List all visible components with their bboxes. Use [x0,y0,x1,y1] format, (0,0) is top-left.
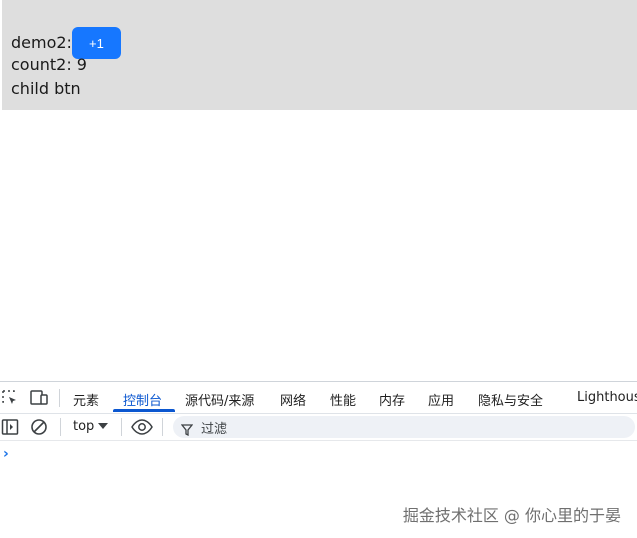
count-text: count2: 9 [11,55,87,74]
context-selector[interactable]: top [73,419,109,434]
devtools-tabbar: 元素 控制台 源代码/来源 网络 性能 内存 应用 隐私与安全 Lighthou… [0,382,637,414]
tab-network[interactable]: 网络 [280,390,306,409]
filter-icon [180,421,194,437]
tab-memory[interactable]: 内存 [379,390,405,409]
demo2-label: demo2: [11,33,72,52]
tab-application[interactable]: 应用 [428,390,454,409]
context-label: top [73,419,95,434]
tab-performance[interactable]: 性能 [330,390,356,409]
tab-elements[interactable]: 元素 [73,390,99,409]
child-text: child btn [11,79,81,98]
device-toolbar-icon[interactable] [29,389,48,407]
tabbar-divider [59,389,60,407]
watermark-text: 掘金技术社区 @ 你心里的于晏 [402,506,621,525]
devtools-panel: 元素 控制台 源代码/来源 网络 性能 内存 应用 隐私与安全 Lighthou… [0,381,637,538]
toolbar-divider-3 [162,418,163,436]
tab-privacy-security[interactable]: 隐私与安全 [478,390,543,409]
inspect-element-icon[interactable] [1,389,19,407]
active-tab-indicator [113,409,175,412]
demo-container: demo2: +1 count2: 9 child btn [2,0,637,110]
tab-lighthouse[interactable]: Lighthouse [577,390,637,405]
tab-console[interactable]: 控制台 [123,390,162,409]
clear-console-icon[interactable] [30,418,48,436]
chevron-down-icon [98,419,109,434]
filter-input[interactable]: 过滤 [173,416,635,438]
toolbar-divider-2 [121,418,122,436]
live-expression-eye-icon[interactable] [131,418,153,436]
console-prompt-chevron-icon[interactable]: › [3,446,9,462]
filter-placeholder: 过滤 [201,421,228,437]
sidebar-toggle-icon[interactable] [1,418,19,436]
page-viewport: demo2: +1 count2: 9 child btn [0,0,637,381]
tab-sources[interactable]: 源代码/来源 [185,390,254,409]
toolbar-divider-1 [60,418,61,436]
console-toolbar: top 过滤 [0,414,637,441]
